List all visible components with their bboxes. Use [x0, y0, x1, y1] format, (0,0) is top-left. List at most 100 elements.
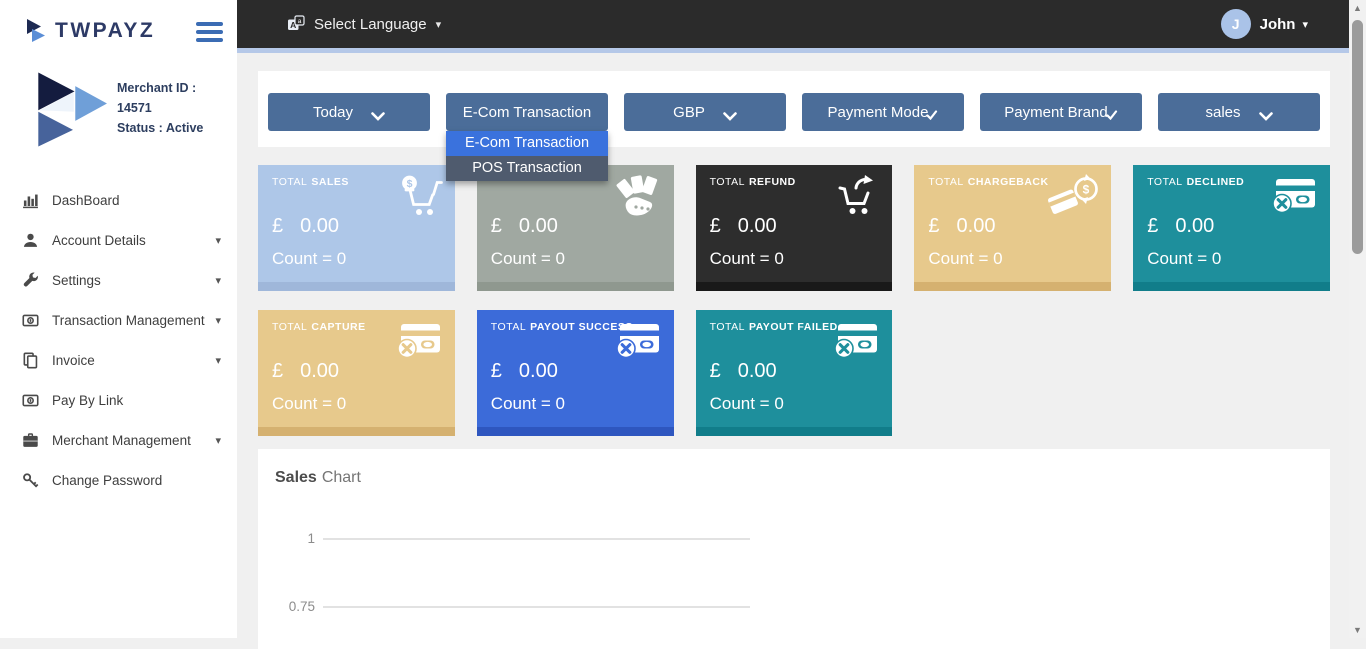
card-count: Count = 0 [710, 249, 879, 269]
transaction-type-dropdown: E-Com TransactionPOS Transaction [446, 131, 608, 181]
language-label: Select Language [314, 16, 427, 33]
svg-text:$: $ [406, 178, 412, 190]
sidebar-item-label: Pay By Link [52, 393, 123, 408]
filter-button-label: Payment Brand [1004, 104, 1107, 121]
filter-button-label: Payment Mode [828, 104, 929, 121]
dropdown-option-pos-transaction[interactable]: POS Transaction [446, 156, 608, 181]
filter-button-e-com-transaction[interactable]: E-Com Transaction [446, 93, 608, 131]
sidebar-item-settings[interactable]: Settings ▾ [0, 260, 237, 300]
card-x-icon [392, 319, 446, 364]
scrollbar-up-arrow[interactable]: ▲ [1349, 3, 1366, 13]
sidebar-item-account-details[interactable]: Account Details ▾ [0, 220, 237, 260]
brand-row: TWPAYZ [0, 0, 237, 54]
filter-button-label: sales [1205, 104, 1240, 121]
card-x-icon [829, 319, 883, 364]
content: Today E-Com Transaction GBP Payment Mode Pay… [258, 71, 1330, 649]
card-bottom-strip [696, 427, 893, 436]
vertical-scrollbar[interactable]: ▲ ▼ [1349, 0, 1366, 638]
gridline [323, 538, 750, 540]
stat-card-sales: TOTALSALES$£0.00Count = 0 [258, 165, 455, 291]
merchant-info: Merchant ID : 14571 Status : Active [0, 54, 237, 156]
y-axis-tick-label: 1 [275, 531, 315, 546]
language-selector[interactable]: A a Select Language ▾ [287, 15, 441, 33]
topbar: A a Select Language ▾ J John ▾ [237, 0, 1366, 48]
check-icon [1106, 107, 1118, 117]
translate-icon: A a [287, 15, 305, 33]
chevron-down-icon [1259, 108, 1273, 117]
stat-card-payout-failed: TOTALPAYOUT FAILED£0.00Count = 0 [696, 310, 893, 436]
card-x-icon [611, 319, 665, 364]
card-bottom-strip [914, 282, 1111, 291]
caret-down-icon: ▾ [436, 18, 442, 31]
cash-hand-icon [611, 174, 665, 219]
dropdown-option-e-com-transaction[interactable]: E-Com Transaction [446, 131, 608, 156]
sidebar-item-pay-by-link[interactable]: Pay By Link [0, 380, 237, 420]
scrollbar-thumb[interactable] [1352, 20, 1363, 254]
gridline [323, 606, 750, 608]
card-bottom-strip [258, 282, 455, 291]
stat-card-refund: TOTALREFUND£0.00Count = 0 [696, 165, 893, 291]
stat-cards: TOTALSALES$£0.00Count = 0£0.00Count = 0T… [258, 165, 1330, 436]
caret-down-icon: ▾ [215, 274, 221, 287]
sales-chart-panel: SalesChart 10.75 [258, 449, 1330, 649]
card-count: Count = 0 [491, 249, 660, 269]
sidebar-item-invoice[interactable]: Invoice ▾ [0, 340, 237, 380]
filter-button-gbp[interactable]: GBP [624, 93, 786, 131]
main-area: A a Select Language ▾ J John ▾ Today E-Co… [237, 0, 1366, 638]
svg-text:$: $ [1083, 183, 1090, 197]
sidebar-item-label: Invoice [52, 353, 95, 368]
card-bottom-strip [258, 427, 455, 436]
refund-cart-icon [829, 174, 883, 219]
filter-button-label: GBP [673, 104, 705, 121]
cash-icon [22, 312, 39, 329]
caret-down-icon: ▾ [215, 234, 221, 247]
caret-down-icon: ▾ [215, 434, 221, 447]
card-count: Count = 0 [1147, 249, 1316, 269]
brand-name: TWPAYZ [55, 19, 155, 43]
filter-button-today[interactable]: Today [268, 93, 430, 131]
sidebar-menu: DashBoard Account Details ▾ Settings ▾ Transa… [0, 180, 237, 500]
stat-card-chargeback: TOTALCHARGEBACK$£0.00Count = 0 [914, 165, 1111, 291]
invoice-icon [22, 352, 39, 369]
card-count: Count = 0 [272, 249, 441, 269]
user-menu[interactable]: J John ▾ [1221, 9, 1308, 39]
filter-button-payment-mode[interactable]: Payment Mode [802, 93, 964, 131]
key-icon [22, 472, 39, 489]
sidebar-item-change-password[interactable]: Change Password [0, 460, 237, 500]
chevron-down-icon [723, 108, 737, 117]
caret-down-icon: ▾ [215, 354, 221, 367]
sidebar-item-label: Change Password [52, 473, 162, 488]
avatar: J [1221, 9, 1251, 39]
card-x-icon [1267, 174, 1321, 219]
merchant-id: Merchant ID : 14571 [117, 78, 231, 118]
merchant-status: Status : Active [117, 118, 231, 138]
stat-card-item: £0.00Count = 0 [477, 165, 674, 291]
cart-dollar-icon: $ [392, 174, 446, 219]
chevron-down-icon [371, 108, 385, 117]
hamburger-menu-icon[interactable] [196, 16, 223, 46]
filter-row: Today E-Com Transaction GBP Payment Mode Pay… [258, 71, 1330, 131]
filter-button-sales[interactable]: sales [1158, 93, 1320, 131]
card-count: Count = 0 [491, 394, 660, 414]
stat-card-declined: TOTALDECLINED£0.00Count = 0 [1133, 165, 1330, 291]
sidebar-item-label: Settings [52, 273, 101, 288]
briefcase-icon [22, 432, 39, 449]
sidebar: TWPAYZ Merchant ID : 14571 Status : Acti… [0, 0, 237, 638]
filter-button-payment-brand[interactable]: Payment Brand [980, 93, 1142, 131]
filter-panel: Today E-Com Transaction GBP Payment Mode Pay… [258, 71, 1330, 147]
wrench-icon [22, 272, 39, 289]
user-icon [22, 232, 39, 249]
user-name: John [1260, 16, 1296, 33]
y-axis-tick-label: 0.75 [275, 599, 315, 614]
scrollbar-down-arrow[interactable]: ▼ [1349, 625, 1366, 635]
sidebar-item-merchant-management[interactable]: Merchant Management ▾ [0, 420, 237, 460]
stat-card-payout-success: TOTALPAYOUT SUCCESS£0.00Count = 0 [477, 310, 674, 436]
sidebar-item-transaction-management[interactable]: Transaction Management▾ [0, 300, 237, 340]
merchant-logo-icon [32, 68, 108, 148]
card-count: Count = 0 [710, 394, 879, 414]
sidebar-item-dashboard[interactable]: DashBoard [0, 180, 237, 220]
sidebar-item-label: Account Details [52, 233, 146, 248]
cash-icon [22, 392, 39, 409]
sidebar-item-label: Merchant Management [52, 433, 191, 448]
card-bottom-strip [477, 282, 674, 291]
